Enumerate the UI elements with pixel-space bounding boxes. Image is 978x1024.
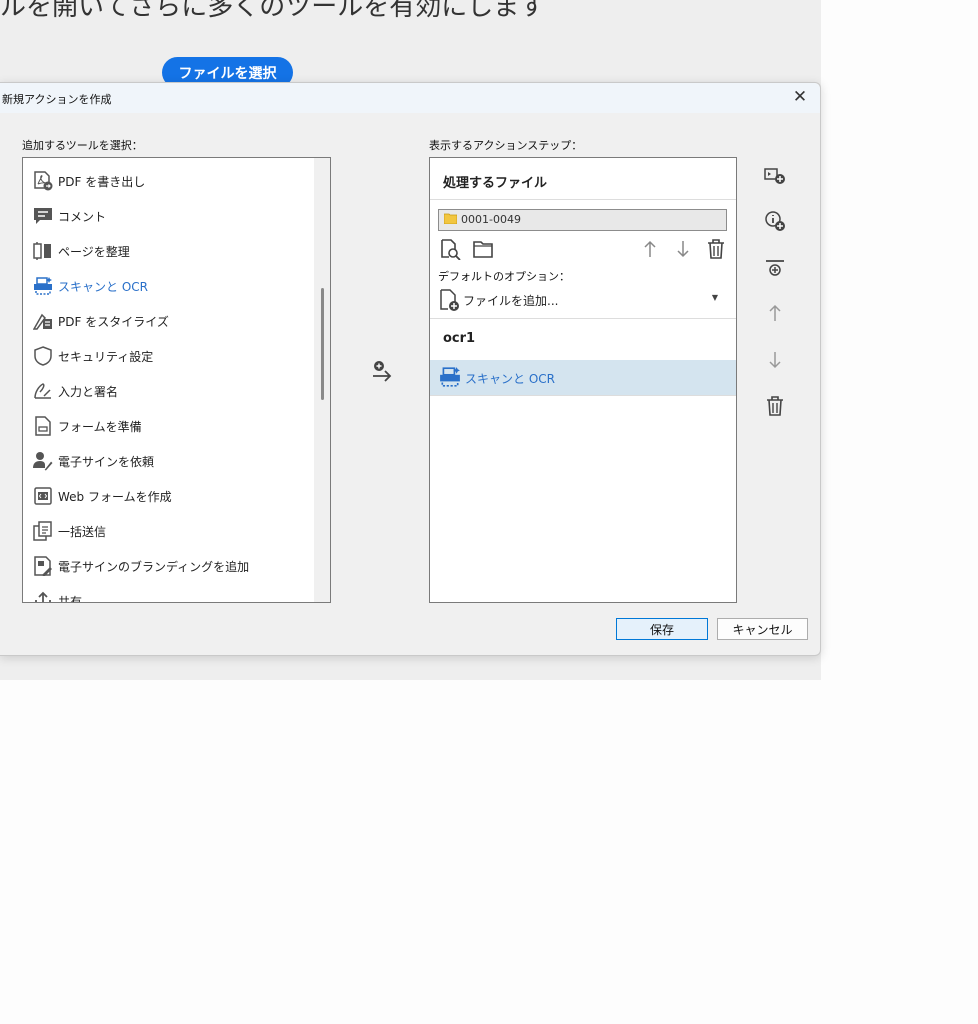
add-panel-separator-icon[interactable] [764,257,786,279]
divider [430,318,736,319]
step-item-scan-ocr[interactable]: スキャンと OCR [430,360,736,395]
web-form-icon [34,487,52,505]
add-instruction-icon[interactable] [764,210,786,232]
tool-label: フォームを準備 [58,419,142,434]
steps-label: 表示するアクションステップ： [429,139,583,152]
tool-item-esign-branding[interactable]: 電子サインのブランディングを追加 [23,551,313,581]
tools-label: 追加するツールを選択： [22,139,143,152]
move-down-icon[interactable] [672,238,694,260]
dialog-title: 新規アクションを作成 [2,93,112,106]
divider [430,199,736,200]
step-group-name: ocr1 [443,331,476,346]
organize-pages-icon [33,242,51,260]
step-item-label: スキャンと OCR [465,372,555,386]
tool-label: 一括送信 [58,524,107,539]
cancel-button[interactable]: キャンセル [717,618,808,640]
tool-item-fill-sign[interactable]: 入力と署名 [23,376,313,406]
divider [430,395,736,396]
background-heading: ルを開いてさらに多くのツールを有効にします [0,0,546,22]
tool-item-send-in-bulk[interactable]: 一括送信 [23,516,313,546]
add-file-icon [440,289,459,311]
default-options-label: デフォルトのオプション： [438,270,570,283]
dialog-titlebar: 新規アクションを作成 ✕ [0,83,820,113]
tool-item-prepare-form[interactable]: フォームを準備 [23,411,313,441]
add-files-dropdown[interactable]: ファイルを追加... ▼ [436,288,726,312]
file-name: 0001-0049 [461,213,521,226]
tool-label: セキュリティ設定 [58,349,154,364]
tool-label: Web フォームを作成 [58,489,172,504]
fill-sign-icon [34,383,51,399]
chevron-down-icon: ▼ [711,293,718,302]
tools-scrollbar-thumb[interactable] [321,288,324,400]
stylize-pdf-icon [33,313,52,330]
add-files-icon[interactable] [439,238,461,260]
tool-label: PDF を書き出し [58,174,146,189]
move-up-icon[interactable] [639,238,661,260]
trash-icon[interactable] [764,395,786,417]
tool-label: ページを整理 [58,244,130,259]
add-files-value: ファイルを追加... [463,294,559,308]
action-steps-panel: 処理するファイル 0001-0049 デフォルトのオプション： ファイルを追加.… [429,157,737,603]
folder-open-icon[interactable] [472,238,494,260]
scan-ocr-icon [34,277,52,295]
tool-item-scan-ocr[interactable]: スキャンと OCR [23,271,313,301]
move-down-icon[interactable] [764,349,786,371]
tools-list[interactable]: PDF を書き出し コメント ページを整理 スキャンと OCR PDF をスタイ… [22,157,331,603]
tool-label: スキャンと OCR [58,279,148,294]
prepare-form-icon [35,416,51,436]
close-icon[interactable]: ✕ [790,87,810,107]
export-pdf-icon [34,171,53,191]
request-esign-icon [33,452,53,471]
shield-icon [34,346,52,366]
tool-item-web-form[interactable]: Web フォームを作成 [23,481,313,511]
new-action-dialog: 新規アクションを作成 ✕ 追加するツールを選択： 表示するアクションステップ： … [0,82,821,656]
tool-item-share[interactable]: 共有 [23,586,313,603]
tool-item-comment[interactable]: コメント [23,201,313,231]
tool-item-security[interactable]: セキュリティ設定 [23,341,313,371]
tool-label: 電子サインのブランディングを追加 [58,559,250,574]
tool-item-request-esign[interactable]: 電子サインを依頼 [23,446,313,476]
tool-item-export-pdf[interactable]: PDF を書き出し [23,166,313,196]
scan-ocr-icon [440,367,460,387]
share-icon [35,591,51,602]
files-to-process-header: 処理するファイル [443,176,548,191]
add-step-arrow-icon[interactable] [370,360,394,384]
tool-label: 共有 [58,594,83,603]
tool-item-organize-pages[interactable]: ページを整理 [23,236,313,266]
tool-label: 入力と署名 [58,384,119,399]
esign-branding-icon [34,556,52,576]
tool-item-stylize-pdf[interactable]: PDF をスタイライズ [23,306,313,336]
file-list-item[interactable]: 0001-0049 [438,209,727,231]
comment-icon [34,208,52,224]
move-up-icon[interactable] [764,302,786,324]
trash-icon[interactable] [705,238,727,260]
insert-stop-icon[interactable] [764,164,786,186]
folder-icon [444,213,457,224]
save-button[interactable]: 保存 [616,618,708,640]
tool-label: PDF をスタイライズ [58,314,169,329]
tools-scrollbar[interactable] [314,158,330,602]
send-in-bulk-icon [33,521,52,541]
tool-label: コメント [58,209,107,224]
tool-label: 電子サインを依頼 [58,454,155,469]
